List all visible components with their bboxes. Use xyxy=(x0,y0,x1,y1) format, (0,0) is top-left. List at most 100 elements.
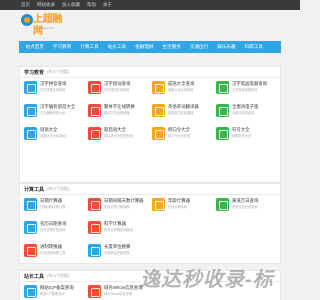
tool-name[interactable]: 长度单位换算 xyxy=(104,244,130,249)
tool-item[interactable]: 科学计算器 科学计算器在线使用 xyxy=(88,221,148,238)
topbar-link-submit[interactable]: 网站收录 xyxy=(37,0,55,10)
tool-item[interactable]: 符号大全 特殊符号大全 xyxy=(216,127,276,144)
tool-info: 农历日期查询 农历日期在线查询 xyxy=(40,221,66,232)
tool-icon xyxy=(24,104,37,117)
nav-item-science[interactable]: 科研工具 xyxy=(240,41,267,53)
panel-count: (共21个应用) xyxy=(47,273,69,278)
tool-icon xyxy=(88,221,101,234)
tool-name[interactable]: 成语大全查询 xyxy=(168,81,194,86)
tool-name[interactable]: 汉字拼音查询 xyxy=(40,81,66,86)
header: 上超融网 chinaweb.com xyxy=(0,10,300,37)
tool-name[interactable]: 符号大全 xyxy=(232,127,251,132)
tool-info: 日期计算器 日期间隔天数计算 xyxy=(40,198,66,209)
tool-item[interactable]: 日期计算器 日期间隔天数计算 xyxy=(24,198,84,215)
topbar-link-favorite[interactable]: 加入收藏 xyxy=(62,0,80,10)
tool-desc: 日期间隔天数计算 xyxy=(40,204,66,209)
tool-item[interactable]: 谜语大全 谜语大全在线查询 xyxy=(24,127,84,144)
topbar-link-about[interactable]: 关于 xyxy=(103,0,112,10)
tool-name[interactable]: 谜语大全 xyxy=(40,127,66,132)
tool-item[interactable]: 汉字笔画笔顺查询 汉字笔画笔顺查询 xyxy=(216,81,276,98)
tool-item xyxy=(152,244,212,261)
tool-item[interactable]: 绕口令大全 绕口令大全在线 xyxy=(152,127,212,144)
tool-desc: 科学计算器在线使用 xyxy=(104,227,133,232)
tool-item[interactable]: 黄道吉日查询 黄道吉日在线查询 xyxy=(216,198,276,215)
tool-item[interactable]: 成语大全查询 成语大全在线查询 xyxy=(152,81,212,98)
tool-info: 汉字笔画笔顺查询 汉字笔画笔顺查询 xyxy=(232,81,267,92)
tool-name[interactable]: 科学计算器 xyxy=(104,221,133,226)
nav-item-webmaster[interactable]: 站长工具 xyxy=(103,41,130,53)
tool-item[interactable]: 繁体字在线转换 繁体字在线转换器 xyxy=(88,104,148,121)
tool-name[interactable]: 网站ICP备案查询 xyxy=(40,285,74,290)
topbar-link-home[interactable]: 首页 xyxy=(21,0,30,10)
tool-name[interactable]: 年龄计算器 xyxy=(168,198,190,203)
tool-icon xyxy=(88,127,101,140)
logo-subtext: chinaweb.com xyxy=(35,26,55,30)
logo-mark-icon xyxy=(21,14,33,26)
tool-desc: 谜语大全在线查询 xyxy=(40,133,66,138)
tool-name[interactable]: 汉字组词查询 xyxy=(104,81,130,86)
tool-info: 全唐诗电子版 全唐诗在线阅读 xyxy=(232,104,258,115)
tool-info: 年龄计算器 在线计算年龄 xyxy=(168,198,190,209)
tool-item[interactable]: 网站ICP备案查询 网站ICP备案查询 xyxy=(24,285,84,300)
nav-item-calc[interactable]: 计算工具 xyxy=(76,41,103,53)
panel-education: 学习教育 (共37个应用) 汉字拼音查询 汉字拼音在线查询 汉字组词查询 汉字组词在线… xyxy=(19,66,281,183)
nav-item-fun[interactable]: 娱乐乐趣 xyxy=(213,41,240,53)
tool-icon xyxy=(88,244,101,257)
tool-info: 英语单词翻译器 英语单词在线翻译 xyxy=(168,104,199,115)
tool-icon xyxy=(24,127,37,140)
tool-name[interactable]: 进制转换器 xyxy=(40,244,66,249)
nav-item-life[interactable]: 生活服务 xyxy=(158,41,185,53)
tool-item[interactable]: 全唐诗电子版 全唐诗在线阅读 xyxy=(216,104,276,121)
tool-name[interactable]: 绕口令大全 xyxy=(168,127,190,132)
topbar-link-help[interactable]: 帮助 xyxy=(87,0,96,10)
site-logo[interactable]: 上超融网 chinaweb.com xyxy=(21,14,67,37)
nav-item-home[interactable]: 站点首页 xyxy=(21,41,48,53)
tool-info: 汉字偏旁部首大全 汉字偏旁部首大全 xyxy=(40,104,75,115)
tool-item[interactable]: 汉字拼音查询 汉字拼音在线查询 xyxy=(24,81,84,98)
panel-count: (共37个应用) xyxy=(47,69,69,74)
tool-desc: 域名Whois信息查询 xyxy=(104,291,132,296)
tool-name[interactable]: 繁体字在线转换 xyxy=(104,104,135,109)
watermark: 逸达秒收录-标 xyxy=(140,269,274,291)
nav-item-finance[interactable]: 金融理财 xyxy=(131,41,158,53)
tool-icon xyxy=(216,127,229,140)
tool-desc: 黄道吉日在线查询 xyxy=(232,204,258,209)
tool-info: 域名Whois信息查询 域名Whois信息查询 xyxy=(104,285,143,296)
tool-item[interactable]: 农历日期查询 农历日期在线查询 xyxy=(24,221,84,238)
panel-title: 站长工具 xyxy=(24,273,45,280)
tool-name[interactable]: 黄道吉日查询 xyxy=(232,198,258,203)
tool-icon xyxy=(24,198,37,211)
tool-item[interactable]: 进制转换器 在线进制转换工具 xyxy=(24,244,84,261)
tool-name[interactable]: 日期间隔天数计算器 xyxy=(104,198,144,203)
tool-name[interactable]: 域名Whois信息查询 xyxy=(104,285,143,290)
tool-info: 绕口令大全 绕口令大全在线 xyxy=(168,127,190,138)
nav-item-education[interactable]: 学习教育 xyxy=(48,41,75,53)
tool-desc: 全唐诗在线阅读 xyxy=(232,110,255,115)
tool-info: 繁体字在线转换 繁体字在线转换器 xyxy=(104,104,135,115)
tool-name[interactable]: 农历日期查询 xyxy=(40,221,66,226)
tool-icon xyxy=(152,198,165,211)
tool-name[interactable]: 日期计算器 xyxy=(40,198,66,203)
panel-header: 计算工具 (共27个应用) xyxy=(20,184,280,195)
tool-name[interactable]: 歇后语大全 xyxy=(104,127,133,132)
tool-item[interactable]: 汉字组词查询 汉字组词在线查询 xyxy=(88,81,148,98)
tool-item[interactable]: 长度单位换算 长度单位在线换算 xyxy=(88,244,148,261)
tool-item xyxy=(152,221,212,238)
tool-icon xyxy=(88,81,101,94)
tool-name[interactable]: 汉字偏旁部首大全 xyxy=(40,104,75,109)
tool-info: 日期间隔天数计算器 在线计算日期间隔 xyxy=(104,198,144,209)
tool-name[interactable]: 英语单词翻译器 xyxy=(168,104,199,109)
tool-item[interactable]: 汉字偏旁部首大全 汉字偏旁部首大全 xyxy=(24,104,84,121)
tool-name[interactable]: 全唐诗电子版 xyxy=(232,104,258,109)
tool-icon xyxy=(216,198,229,211)
nav-item-travel[interactable]: 交通出行 xyxy=(185,41,212,53)
tool-grid: 汉字拼音查询 汉字拼音在线查询 汉字组词查询 汉字组词在线查询 成语大全查询 成语大全在线… xyxy=(20,78,280,144)
tool-desc: 长度单位在线换算 xyxy=(104,250,130,255)
tool-name[interactable]: 汉字笔画笔顺查询 xyxy=(232,81,267,86)
tool-info: 网站ICP备案查询 网站ICP备案查询 xyxy=(40,285,74,296)
tool-item[interactable]: 歇后语大全 歇后语大全在线查询 xyxy=(88,127,148,144)
tool-item[interactable]: 英语单词翻译器 英语单词在线翻译 xyxy=(152,104,212,121)
tool-item[interactable]: 日期间隔天数计算器 在线计算日期间隔 xyxy=(88,198,148,215)
tool-item[interactable]: 年龄计算器 在线计算年龄 xyxy=(152,198,212,215)
tool-item[interactable]: 域名Whois信息查询 域名Whois信息查询 xyxy=(88,285,148,300)
